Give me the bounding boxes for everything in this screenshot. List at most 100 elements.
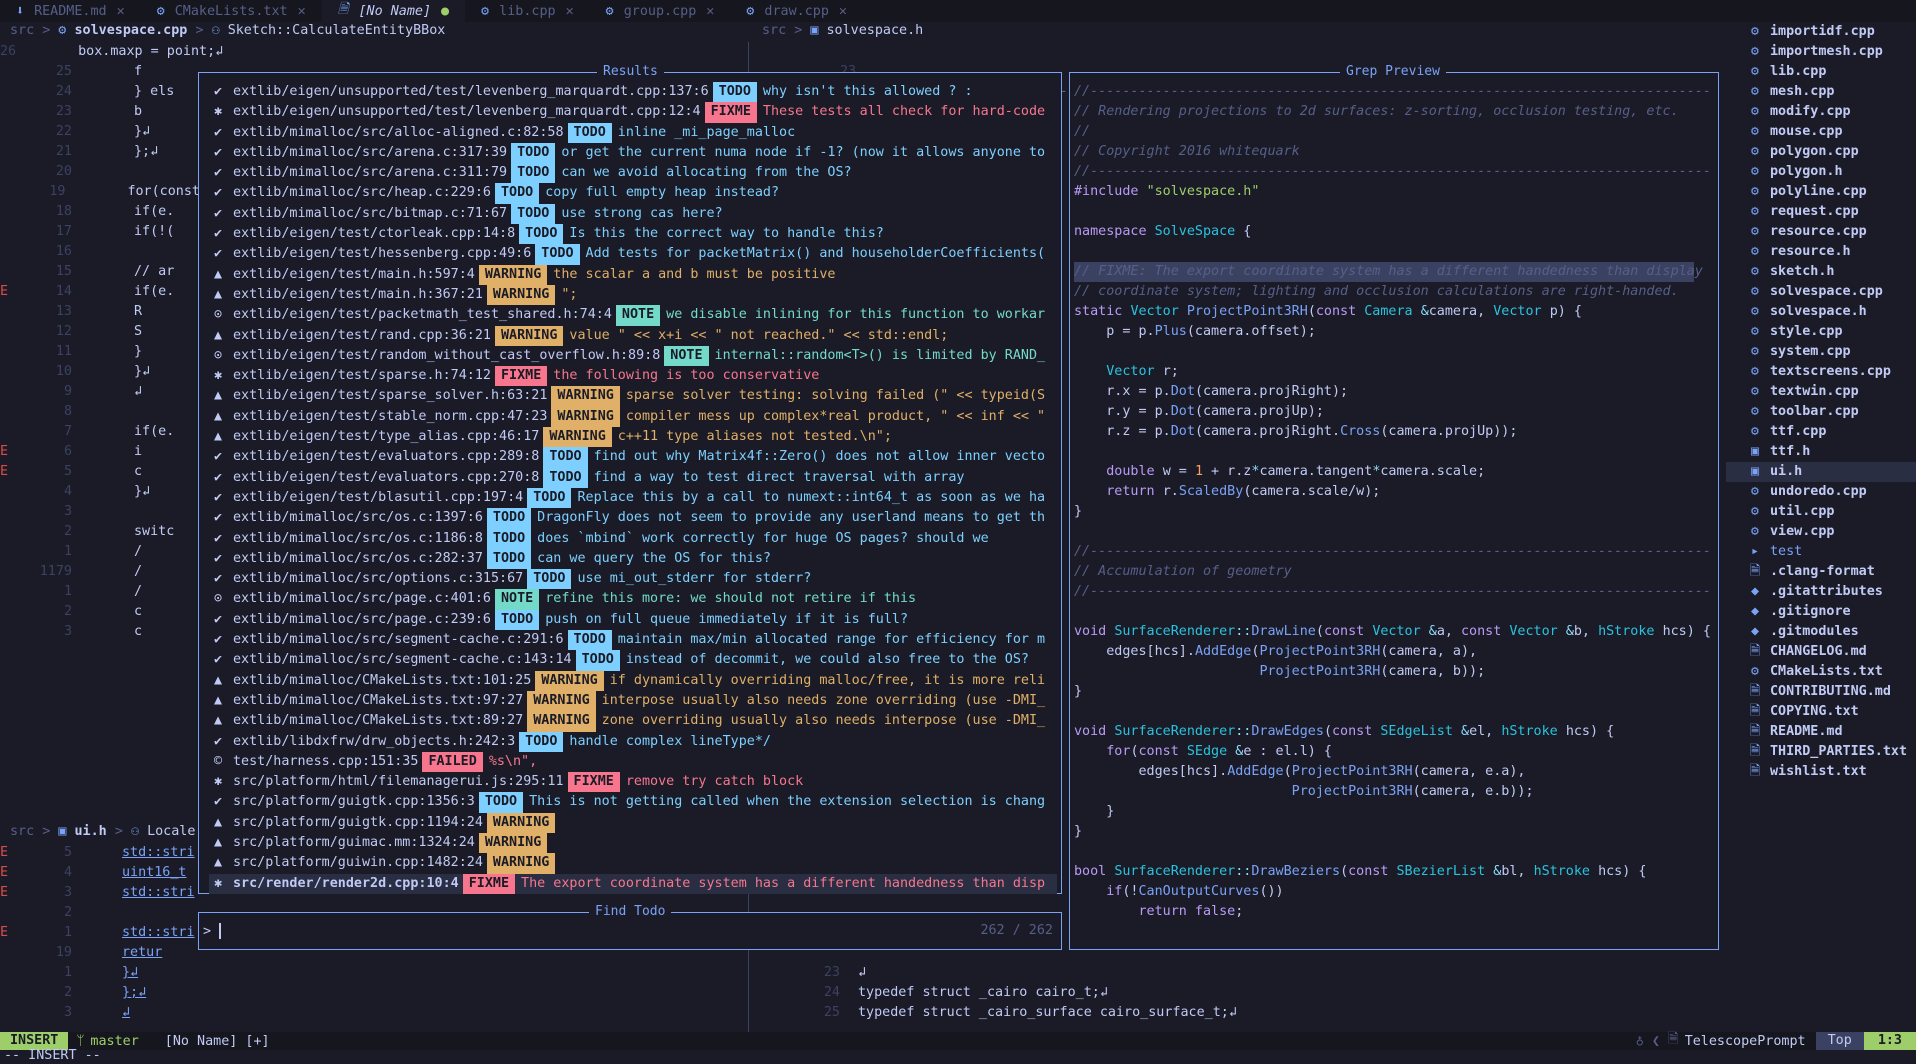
result-row[interactable]: ✔ extlib/eigen/test/ctorleak.cpp:14:8 TODO… — [209, 224, 1057, 245]
result-row[interactable]: ✔ extlib/eigen/test/evaluators.cpp:289:8 T… — [209, 447, 1057, 468]
tree-item-importmesh-cpp[interactable]: ⚙ importmesh.cpp — [1726, 42, 1916, 62]
tab-readme-md[interactable]: ⬇ README.md ✕ — [0, 0, 141, 22]
right-editor-top-line[interactable]: 23 //-----------------------------------… — [800, 42, 1334, 99]
tree-item-ttf-h[interactable]: ▣ ttf.h — [1726, 442, 1916, 462]
close-icon[interactable]: ✕ — [566, 4, 574, 19]
tree-item-toolbar-cpp[interactable]: ⚙ toolbar.cpp — [1726, 402, 1916, 422]
tree-item-mouse-cpp[interactable]: ⚙ mouse.cpp — [1726, 122, 1916, 142]
result-row[interactable]: © test/harness.cpp:151:35 FAILED %s\n", — [209, 751, 1057, 773]
result-row[interactable]: ✔ extlib/mimalloc/src/arena.c:317:39 TODO o… — [209, 142, 1057, 164]
result-row[interactable]: ✱ extlib/eigen/test/sparse.h:74:12 FIXME th… — [209, 366, 1057, 387]
bottom-left-editor-pane[interactable]: E 5 std::stri E 4 uint16_t E 3 std::stri 2 E 1 std::… — [0, 843, 200, 1023]
tree-item-changelog-md[interactable]: 🗎 CHANGELOG.md — [1726, 642, 1916, 662]
tree-item-contributing-md[interactable]: 🗎 CONTRIBUTING.md — [1726, 682, 1916, 702]
result-row[interactable]: ▲ extlib/eigen/test/sparse_solver.h:63:21… — [209, 386, 1057, 407]
tree-item-mesh-cpp[interactable]: ⚙ mesh.cpp — [1726, 82, 1916, 102]
result-row[interactable]: ✔ extlib/mimalloc/src/options.c:315:67 TOD… — [209, 569, 1057, 590]
result-row[interactable]: ✱ extlib/eigen/unsupported/test/levenberg… — [209, 102, 1057, 123]
result-row[interactable]: ▲ extlib/eigen/test/main.h:367:21 WARNING "… — [209, 284, 1057, 306]
tree-item-ttf-cpp[interactable]: ⚙ ttf.cpp — [1726, 422, 1916, 442]
result-row[interactable]: ✔ extlib/mimalloc/src/alloc-aligned.c:82:… — [209, 122, 1057, 143]
result-row[interactable]: ▲ src/platform/guigtk.cpp:1194:24 WARNING — [209, 812, 1057, 833]
git-branch[interactable]: master — [90, 1034, 138, 1049]
result-row[interactable]: ▲ extlib/eigen/test/main.h:597:4 WARNING th… — [209, 264, 1057, 285]
tree-item-polygon-cpp[interactable]: ⚙ polygon.cpp — [1726, 142, 1916, 162]
result-row[interactable]: ✔ extlib/eigen/test/evaluators.cpp:270:8 T… — [209, 467, 1057, 488]
tree-item-request-cpp[interactable]: ⚙ request.cpp — [1726, 202, 1916, 222]
tree-item-lib-cpp[interactable]: ⚙ lib.cpp — [1726, 62, 1916, 82]
result-row[interactable]: ✔ extlib/mimalloc/src/os.c:1186:8 TODO does… — [209, 528, 1057, 549]
result-row[interactable]: ▲ extlib/eigen/test/stable_norm.cpp:47:23… — [209, 406, 1057, 428]
result-row[interactable]: ✔ extlib/mimalloc/src/page.c:239:6 TODO pus… — [209, 609, 1057, 631]
close-icon[interactable]: ✕ — [839, 4, 847, 19]
tree-item-resource-cpp[interactable]: ⚙ resource.cpp — [1726, 222, 1916, 242]
close-icon[interactable]: ✕ — [298, 4, 306, 19]
tree-item-resource-h[interactable]: ⚙ resource.h — [1726, 242, 1916, 262]
tree-item-wishlist-txt[interactable]: 🗎 wishlist.txt — [1726, 762, 1916, 782]
tree-item-polyline-cpp[interactable]: ⚙ polyline.cpp — [1726, 182, 1916, 202]
tree-item-textscreens-cpp[interactable]: ⚙ textscreens.cpp — [1726, 362, 1916, 382]
tab-cmakelists-txt[interactable]: ⚙ CMakeLists.txt ✕ — [141, 0, 322, 22]
tree-item-polygon-h[interactable]: ⚙ polygon.h — [1726, 162, 1916, 182]
tab-group-cpp[interactable]: ⚙ group.cpp ✕ — [590, 0, 731, 22]
result-row[interactable]: ✔ extlib/eigen/test/hessenberg.cpp:49:6 TO… — [209, 244, 1057, 265]
result-row[interactable]: ▲ extlib/mimalloc/CMakeLists.txt:97:27 WAR… — [209, 690, 1057, 712]
result-row[interactable]: ✔ extlib/mimalloc/src/segment-cache.c:143… — [209, 650, 1057, 671]
tree-item-importidf-cpp[interactable]: ⚙ importidf.cpp — [1726, 22, 1916, 42]
winbar-file[interactable]: ui.h — [75, 824, 107, 839]
close-icon[interactable]: ✕ — [117, 4, 125, 19]
tree-item-cmakelists-txt[interactable]: ⚙ CMakeLists.txt — [1726, 662, 1916, 682]
tree-item-ui-h[interactable]: ▣ ui.h — [1726, 462, 1916, 482]
result-row[interactable]: ✔ extlib/mimalloc/src/segment-cache.c:291… — [209, 630, 1057, 651]
winbar-dir[interactable]: src — [762, 23, 786, 38]
tree-item-view-cpp[interactable]: ⚙ view.cpp — [1726, 522, 1916, 542]
close-icon[interactable]: ✕ — [706, 4, 714, 19]
winbar-symbol[interactable]: Sketch::CalculateEntityBBox — [228, 23, 446, 38]
tree-item-system-cpp[interactable]: ⚙ system.cpp — [1726, 342, 1916, 362]
result-row[interactable]: ✔ extlib/eigen/unsupported/test/levenberg… — [209, 82, 1057, 103]
tree-item-solvespace-h[interactable]: ⚙ solvespace.h — [1726, 302, 1916, 322]
tree-item-textwin-cpp[interactable]: ⚙ textwin.cpp — [1726, 382, 1916, 402]
winbar-dir[interactable]: src — [10, 824, 34, 839]
tree-item-solvespace-cpp[interactable]: ⚙ solvespace.cpp — [1726, 282, 1916, 302]
tree-item-gitattributes[interactable]: ◆ .gitattributes — [1726, 582, 1916, 602]
tree-item-modify-cpp[interactable]: ⚙ modify.cpp — [1726, 102, 1916, 122]
tab-draw-cpp[interactable]: ⚙ draw.cpp ✕ — [730, 0, 863, 22]
result-row[interactable]: ✔ extlib/libdxfrw/drw_objects.h:242:3 TODO… — [209, 731, 1057, 752]
result-row[interactable]: ▲ extlib/mimalloc/CMakeLists.txt:101:25 WA… — [209, 670, 1057, 691]
tree-item-gitignore[interactable]: ◆ .gitignore — [1726, 602, 1916, 622]
result-row[interactable]: >✱src/render/render2d.cpp:10:4FIXMEThe e… — [209, 873, 1057, 894]
tree-item-clang-format[interactable]: 🗎 .clang-format — [1726, 562, 1916, 582]
tree-item-util-cpp[interactable]: ⚙ util.cpp — [1726, 502, 1916, 522]
result-row[interactable]: ✔ extlib/mimalloc/src/bitmap.c:71:67 TODO u… — [209, 203, 1057, 225]
result-row[interactable]: ▲ extlib/mimalloc/CMakeLists.txt:89:27 WAR… — [209, 711, 1057, 732]
tree-item-gitmodules[interactable]: ◆ .gitmodules — [1726, 622, 1916, 642]
result-row[interactable]: ⊙ extlib/eigen/test/random_without_cast_o… — [209, 345, 1057, 367]
winbar-file[interactable]: solvespace.h — [827, 23, 924, 38]
result-row[interactable]: ▲ extlib/eigen/test/type_alias.cpp:46:17 W… — [209, 427, 1057, 448]
result-row[interactable]: ▲ src/platform/guiwin.cpp:1482:24 WARNING — [209, 853, 1057, 874]
tree-item-third-parties-txt[interactable]: 🗎 THIRD_PARTIES.txt — [1726, 742, 1916, 762]
tree-item-sketch-h[interactable]: ⚙ sketch.h — [1726, 262, 1916, 282]
tab-lib-cpp[interactable]: ⚙ lib.cpp ✕ — [465, 0, 590, 22]
result-row[interactable]: ⊙ extlib/mimalloc/src/page.c:401:6 NOTE ref… — [209, 589, 1057, 610]
prompt-input-row[interactable]: > — [203, 923, 222, 939]
tree-item-copying-txt[interactable]: 🗎 COPYING.txt — [1726, 702, 1916, 722]
left-editor-pane[interactable]: 26 box.maxp = point;↲ 25 f 24} els 23 b 22}↲ 21}… — [0, 42, 223, 642]
result-row[interactable]: ✔ extlib/mimalloc/src/os.c:282:37 TODO can … — [209, 548, 1057, 570]
result-row[interactable]: ✔ extlib/mimalloc/src/arena.c:311:79 TODO c… — [209, 163, 1057, 184]
tab--no-name-[interactable]: 🗎 [No Name] ● — [321, 0, 466, 22]
result-row[interactable]: ✔ extlib/eigen/test/blasutil.cpp:197:4 TOD… — [209, 487, 1057, 509]
result-row[interactable]: ⊙ extlib/eigen/test/packetmath_test_share… — [209, 305, 1057, 326]
result-row[interactable]: ✔ extlib/mimalloc/src/os.c:1397:6 TODO Drag… — [209, 508, 1057, 529]
tree-item-undoredo-cpp[interactable]: ⚙ undoredo.cpp — [1726, 482, 1916, 502]
result-row[interactable]: ▲ extlib/eigen/test/rand.cpp:36:21 WARNING… — [209, 325, 1057, 346]
result-row[interactable]: ▲ src/platform/guimac.mm:1324:24 WARNING — [209, 832, 1057, 854]
result-row[interactable]: ✱ src/platform/html/filemanagerui.js:295:… — [209, 772, 1057, 793]
tree-item-readme-md[interactable]: 🗎 README.md — [1726, 722, 1916, 742]
result-row[interactable]: ✔ src/platform/guigtk.cpp:1356:3 TODO This … — [209, 792, 1057, 813]
winbar-dir[interactable]: src — [10, 23, 34, 38]
tree-item-style-cpp[interactable]: ⚙ style.cpp — [1726, 322, 1916, 342]
result-row[interactable]: ✔ extlib/mimalloc/src/heap.c:229:6 TODO cop… — [209, 183, 1057, 204]
right-bottom-editor-pane[interactable]: 23 ↲ 24 typedef struct _cairo cairo_t;↲ 25 ty… — [800, 963, 1360, 1023]
